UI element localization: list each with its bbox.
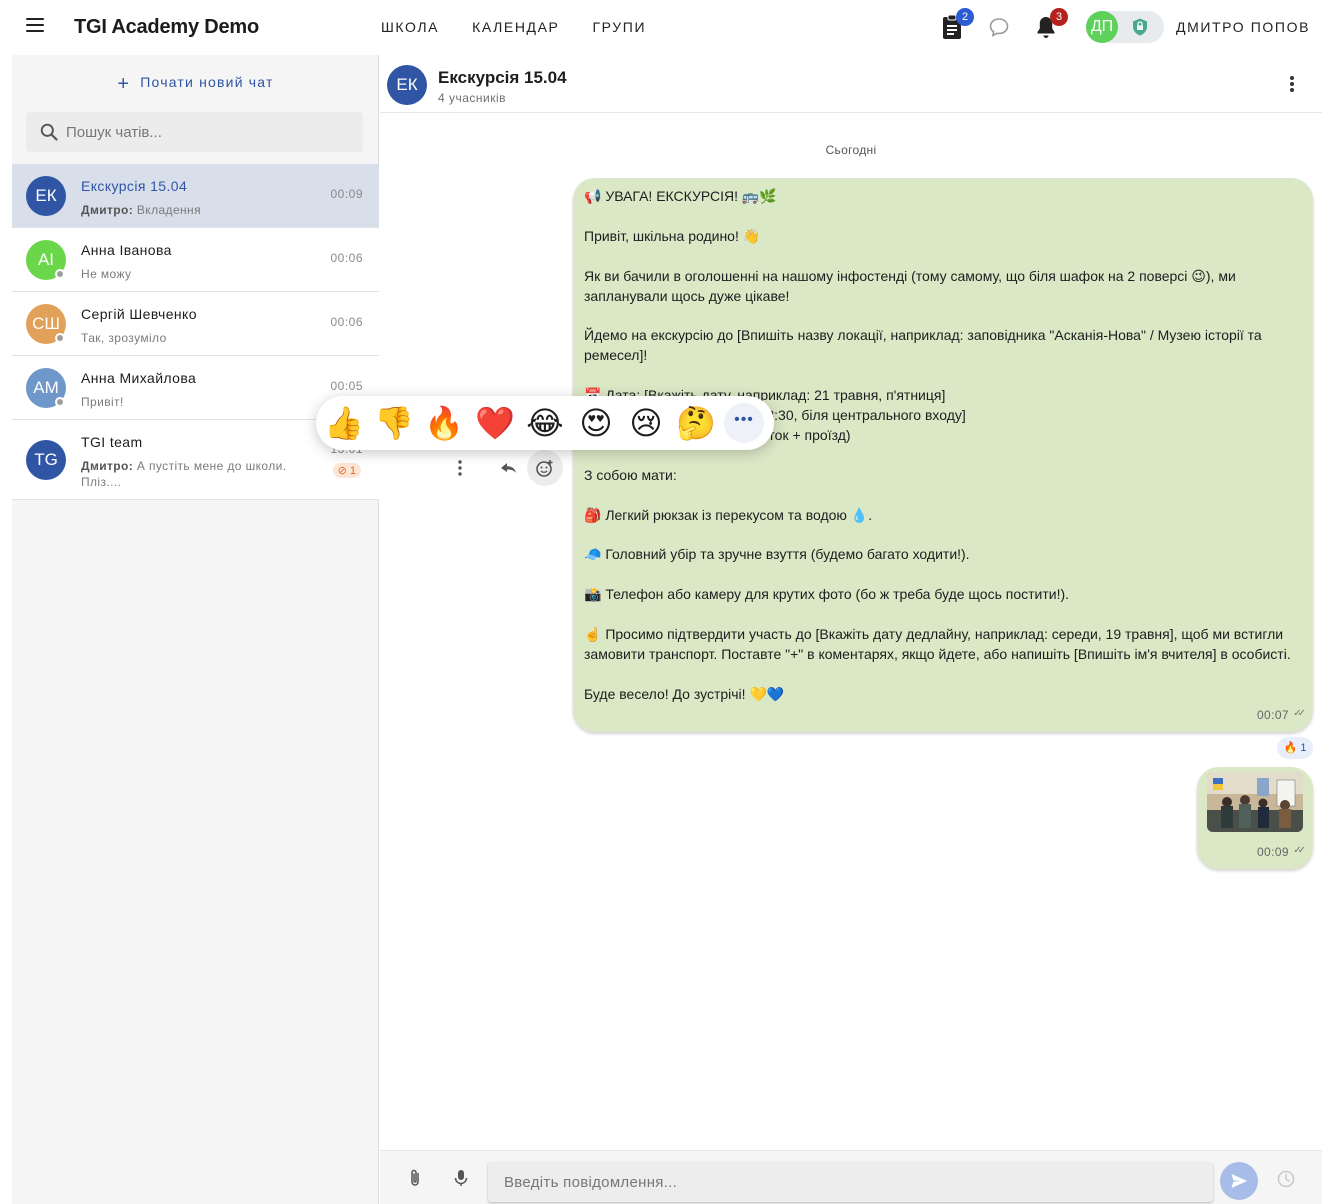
nav-groups[interactable]: ГРУПИ [593,19,647,35]
app-bar: TGI Academy Demo ШКОЛА КАЛЕНДАР ГРУПИ 2 … [12,0,1322,55]
chat-item-anna-ivanova[interactable]: АІ Анна Іванова Не можу 00:06 [12,228,379,292]
top-nav: ШКОЛА КАЛЕНДАР ГРУПИ [381,19,646,35]
image-message-bubble[interactable]: 00:09 ✓✓ [1197,767,1313,869]
attachment-photo[interactable] [1207,772,1303,832]
reaction-thinking[interactable]: 🤔 [674,401,718,445]
chat-preview: Не можу [81,267,132,281]
avatar: ДП [1086,11,1118,43]
reaction-chip[interactable]: 🔥 1 [1277,737,1313,759]
app-title: TGI Academy Demo [74,16,260,38]
chat-preview-text: Вкладення [133,203,201,217]
chat-time: 00:06 [330,315,363,329]
avatar: TG [26,440,66,480]
message-actions [449,450,567,486]
schedule-icon[interactable] [1276,1169,1296,1189]
chat-preview-sender: Дмитро: [81,459,134,473]
status-dot [55,333,65,343]
chat-name: Сергій Шевченко [81,306,197,322]
notifications-badge: 3 [1050,8,1068,26]
chat-preview: Дмитро: Вкладення [81,202,301,218]
day-separator: Сьогодні [825,143,877,157]
chat-header: ЕК Екскурсія 15.04 4 учасників [380,55,1322,113]
chat-members-count: 4 учасників [438,91,507,105]
chat-item-excursion[interactable]: ЕК Екскурсія 15.04 Дмитро: Вкладення 00:… [12,164,379,228]
chat-time: 00:05 [330,379,363,393]
menu-icon[interactable] [26,18,44,32]
avatar: ЕК [26,176,66,216]
bell-icon[interactable]: 3 [1034,8,1068,40]
add-reaction-icon[interactable] [527,450,563,486]
double-check-icon: ✓✓ [1293,708,1306,719]
message-composer [380,1150,1322,1204]
status-dot [55,269,65,279]
message-input[interactable] [488,1162,1213,1202]
reaction-fire[interactable]: 🔥 [422,401,466,445]
chat-preview: Привіт! [81,395,124,409]
reaction-thumbs-up[interactable]: 👍 [322,401,366,445]
plus-icon: + [117,73,131,95]
chat-name: Анна Іванова [81,242,172,258]
more-vert-icon[interactable] [449,450,485,486]
shield-icon [1133,18,1147,36]
reaction-thumbs-down[interactable]: 👎 [372,401,416,445]
reaction-crying[interactable]: 😢 [624,401,668,445]
new-chat-label: Почати новий чат [140,74,274,90]
send-button[interactable] [1220,1162,1258,1200]
chat-name: Екскурсія 15.04 [81,178,188,194]
chat-name: Анна Михайлова [81,370,197,386]
more-vert-icon[interactable] [1290,76,1294,92]
chat-preview: Так, зрозуміло [81,331,167,345]
send-icon [1231,1174,1247,1188]
attach-icon[interactable] [404,1167,426,1189]
chat-preview: Дмитро: А пустіть мене до школи. Пліз...… [81,458,301,490]
reaction-laughing[interactable]: 😂 [523,401,567,445]
search-icon [40,123,58,141]
message-bubble[interactable]: 📢 УВАГА! ЕКСКУРСІЯ! 🚌🌿 Привіт, шкільна р… [573,178,1313,732]
more-reactions-button[interactable]: ••• [724,403,764,443]
new-chat-button[interactable]: + Почати новий чат [12,73,379,96]
nav-calendar[interactable]: КАЛЕНДАР [472,19,559,35]
chat-bubble-icon[interactable] [988,16,1012,42]
chat-item-serhii-shevchenko[interactable]: СШ Сергій Шевченко Так, зрозуміло 00:06 [12,292,379,356]
chat-search [26,112,363,152]
assignments-badge: 2 [956,8,974,26]
chat-preview-sender: Дмитро: [81,203,134,217]
reply-icon[interactable] [491,450,527,486]
clipboard-icon[interactable]: 2 [940,8,974,40]
microphone-icon[interactable] [450,1167,472,1189]
reaction-heart-eyes[interactable]: 😍 [574,401,618,445]
user-name[interactable]: ДМИТРО ПОПОВ [1176,19,1310,35]
message-time: 00:09 [1256,845,1289,859]
search-input[interactable] [66,112,356,152]
chat-name: TGI team [81,434,143,450]
reaction-heart[interactable]: ❤️ [473,401,517,445]
double-check-icon: ✓✓ [1293,845,1306,856]
user-menu[interactable]: ДП [1086,11,1164,43]
status-dot [55,397,65,407]
chat-sidebar: + Почати новий чат ЕК Екскурсія 15.04 Дми… [12,55,379,1204]
avatar: ЕК [387,65,427,105]
chat-time: 00:06 [330,251,363,265]
nav-school[interactable]: ШКОЛА [381,19,439,35]
chat-list: ЕК Екскурсія 15.04 Дмитро: Вкладення 00:… [12,164,379,500]
chat-title: Екскурсія 15.04 [438,68,567,87]
chat-time: 00:09 [330,187,363,201]
message-time: 00:07 [1256,708,1289,722]
reaction-picker: 👍 👎 🔥 ❤️ 😂 😍 😢 🤔 ••• [316,396,774,450]
unread-badge: ⊘ 1 [332,463,361,478]
message-area: Сьогодні 📢 УВАГА! ЕКСКУРСІЯ! 🚌🌿 Привіт, … [380,113,1322,1150]
